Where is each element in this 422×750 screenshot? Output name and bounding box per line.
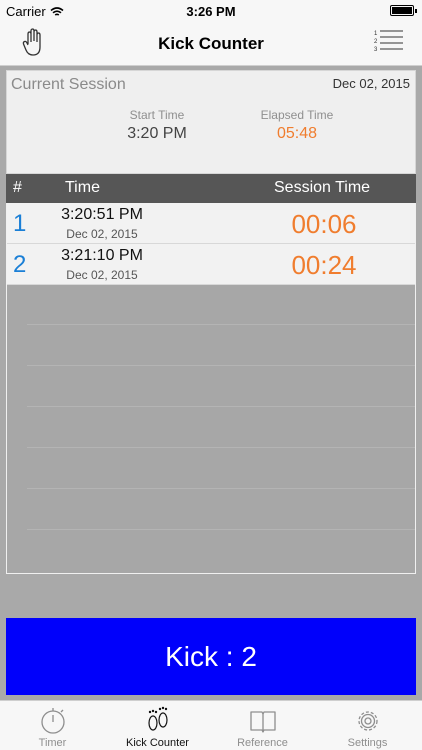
gear-icon xyxy=(358,711,378,731)
row-divider xyxy=(27,447,415,448)
svg-text:1: 1 xyxy=(374,31,378,37)
row-divider xyxy=(27,488,415,489)
page-title: Kick Counter xyxy=(158,34,264,53)
row-divider xyxy=(27,529,415,530)
elapsed-time-value: 05:48 xyxy=(276,125,318,142)
row-index: 1 xyxy=(13,210,27,237)
status-bar: Carrier 3:26 PM xyxy=(0,0,422,22)
column-header-time: Time xyxy=(65,179,100,196)
svg-text:3: 3 xyxy=(374,47,378,53)
tab-bar: Timer Kick Counter Reference Settings xyxy=(0,700,422,750)
row-divider xyxy=(27,406,415,407)
start-time-value: 3:20 PM xyxy=(127,125,187,142)
table-row[interactable]: 1 3:20:51 PM Dec 02, 2015 00:06 xyxy=(7,203,415,244)
row-date: Dec 02, 2015 xyxy=(66,268,138,282)
row-session-time: 00:06 xyxy=(291,209,357,239)
session-date: Dec 02, 2015 xyxy=(332,76,410,91)
column-header-index: # xyxy=(13,179,22,196)
kicks-table-header: # Time Session Time xyxy=(6,174,416,203)
kicks-table[interactable]: 1 3:20:51 PM Dec 02, 2015 00:06 2 3:21:1… xyxy=(6,203,416,574)
current-session-card: Current Session Dec 02, 2015 Start Time … xyxy=(6,70,416,174)
tab-settings[interactable]: Settings xyxy=(315,701,420,750)
footprints-icon xyxy=(148,706,168,731)
row-divider xyxy=(27,365,415,366)
row-index: 2 xyxy=(13,251,27,278)
row-divider xyxy=(27,324,415,325)
elapsed-time-label: Elapsed Time xyxy=(260,108,334,122)
nav-bar: Kick Counter 1 2 3 xyxy=(0,22,422,66)
row-session-time: 00:24 xyxy=(291,250,357,280)
row-time: 3:21:10 PM xyxy=(61,247,143,264)
battery-icon xyxy=(390,5,417,16)
stopwatch-icon xyxy=(41,708,65,734)
start-time-label: Start Time xyxy=(129,108,185,122)
book-icon xyxy=(250,711,276,733)
tab-kick-counter[interactable]: Kick Counter xyxy=(105,701,210,750)
tab-label: Reference xyxy=(237,737,288,749)
row-time: 3:20:51 PM xyxy=(61,206,143,223)
row-date: Dec 02, 2015 xyxy=(66,227,138,241)
kick-button[interactable]: Kick : 2 xyxy=(6,618,416,695)
status-time: 3:26 PM xyxy=(186,4,236,19)
column-header-session-time: Session Time xyxy=(274,179,371,196)
session-title: Current Session xyxy=(11,76,126,93)
table-row[interactable]: 2 3:21:10 PM Dec 02, 2015 00:24 xyxy=(7,244,415,285)
svg-text:2: 2 xyxy=(374,39,378,45)
tab-timer[interactable]: Timer xyxy=(0,701,105,750)
tab-label: Kick Counter xyxy=(126,737,189,749)
tab-label: Timer xyxy=(38,737,67,749)
tab-reference[interactable]: Reference xyxy=(210,701,315,750)
numbered-list-icon[interactable]: 1 2 3 xyxy=(374,28,404,54)
tab-label: Settings xyxy=(347,737,388,749)
